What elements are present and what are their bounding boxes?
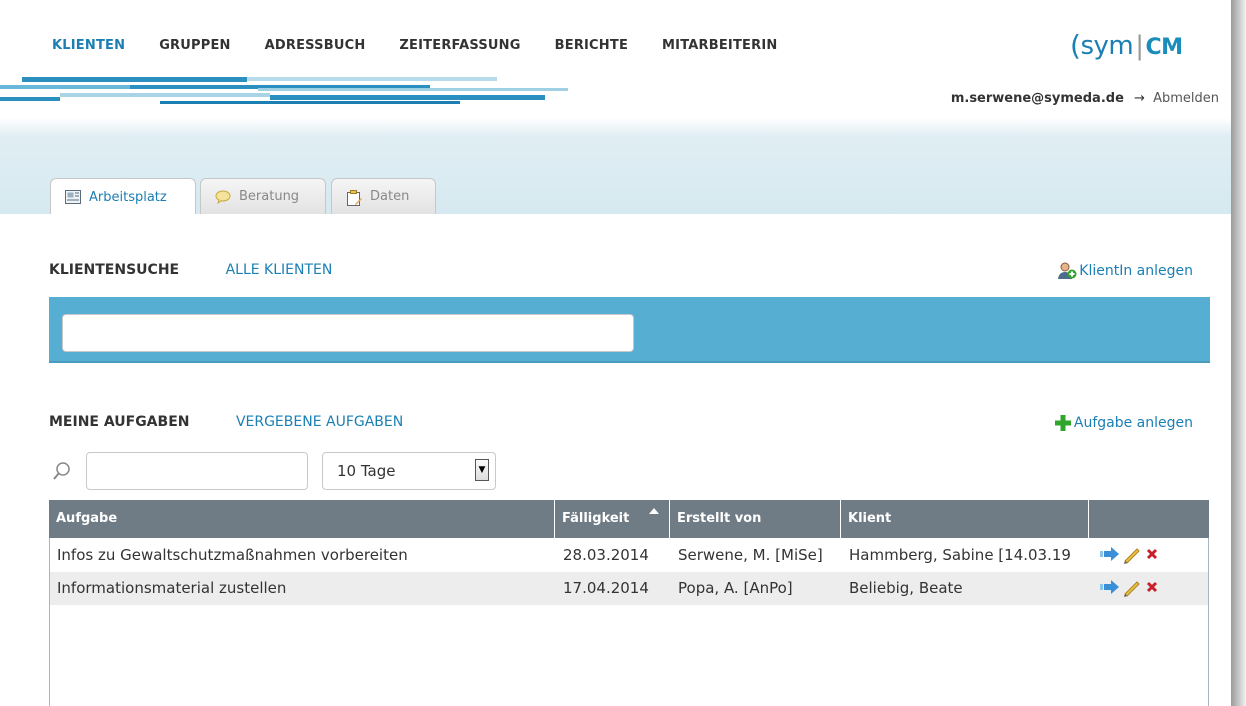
cell-due: 17.04.2014 [563, 579, 649, 597]
client-search-bar [49, 297, 1210, 363]
chevron-down-icon[interactable]: ▼ [475, 459, 489, 481]
open-arrow-icon[interactable] [1100, 578, 1120, 600]
delete-icon[interactable] [1144, 579, 1160, 599]
table-row[interactable]: Informationsmaterial zustellen 17.04.201… [50, 572, 1208, 605]
cell-creator: Popa, A. [AnPo] [678, 579, 793, 597]
magnifier-icon [52, 461, 72, 481]
client-search-header: KLIENTENSUCHE ALLE KLIENTEN [49, 262, 332, 278]
tab-label: Beratung [239, 189, 300, 204]
workspace-icon [65, 190, 81, 204]
user-email: m.serwene@symeda.de [950, 91, 1124, 106]
app-logo: (sym|CM [1070, 29, 1183, 62]
tasks-header: MEINE AUFGABEN VERGEBENE AUFGABEN [49, 414, 403, 430]
speech-bubble-icon [215, 190, 231, 204]
nav-item-mitarbeiterin[interactable]: MITARBEITERIN [662, 38, 777, 53]
cell-client: Hammberg, Sabine [14.03.19 [849, 546, 1071, 564]
delete-icon[interactable] [1144, 546, 1160, 566]
all-clients-link[interactable]: ALLE KLIENTEN [226, 262, 333, 278]
column-header-label: Fälligkeit [562, 511, 630, 526]
tab-label: Daten [370, 189, 410, 204]
row-actions [1100, 544, 1160, 568]
tab-arbeitsplatz[interactable]: Arbeitsplatz [50, 178, 196, 215]
tab-daten[interactable]: Daten [331, 178, 436, 214]
assigned-tasks-link[interactable]: VERGEBENE AUFGABEN [236, 414, 403, 430]
nav-item-zeiterfassung[interactable]: ZEITERFASSUNG [399, 38, 520, 53]
task-table: Aufgabe Fälligkeit Erstellt von Klient I… [49, 500, 1209, 706]
logout-link[interactable]: Abmelden [1153, 91, 1219, 106]
column-header-klient[interactable]: Klient [841, 500, 1089, 538]
client-search-input[interactable] [62, 314, 634, 352]
column-header-actions [1089, 500, 1209, 538]
nav-item-gruppen[interactable]: GRUPPEN [159, 38, 230, 53]
row-actions [1100, 577, 1160, 601]
clipboard-icon [346, 189, 362, 206]
add-client-label: KlientIn anlegen [1079, 263, 1193, 279]
user-bar: m.serwene@symeda.de → Abmelden [951, 91, 1219, 106]
column-header-faelligkeit[interactable]: Fälligkeit [555, 500, 670, 538]
main-navigation: KLIENTEN GRUPPEN ADRESSBUCH ZEITERFASSUN… [52, 38, 811, 53]
arrow-right-icon: → [1134, 91, 1145, 106]
sort-ascending-icon [649, 508, 659, 514]
nav-item-adressbuch[interactable]: ADRESSBUCH [265, 38, 366, 53]
app-header: KLIENTEN GRUPPEN ADRESSBUCH ZEITERFASSUN… [0, 0, 1231, 118]
window-shadow [1231, 0, 1246, 706]
my-tasks-title[interactable]: MEINE AUFGABEN [49, 414, 189, 430]
tab-beratung[interactable]: Beratung [200, 178, 326, 214]
task-filter-input[interactable] [86, 452, 308, 490]
client-search-title[interactable]: KLIENTENSUCHE [49, 262, 179, 278]
add-task-label: Aufgabe anlegen [1073, 415, 1193, 431]
nav-item-berichte[interactable]: BERICHTE [555, 38, 628, 53]
column-header-aufgabe[interactable]: Aufgabe [49, 500, 555, 538]
plus-icon [1054, 414, 1072, 432]
edit-pencil-icon[interactable] [1122, 577, 1142, 601]
cell-due: 28.03.2014 [563, 546, 649, 564]
add-task-button[interactable]: Aufgabe anlegen [1054, 414, 1193, 432]
table-header: Aufgabe Fälligkeit Erstellt von Klient [49, 500, 1209, 538]
cell-creator: Serwene, M. [MiSe] [678, 546, 823, 564]
add-user-icon [1057, 262, 1077, 280]
table-body: Infos zu Gewaltschutzmaßnahmen vorbereit… [49, 538, 1209, 706]
add-client-button[interactable]: KlientIn anlegen [1057, 262, 1193, 280]
period-select[interactable]: 10 Tage ▼ [322, 452, 496, 490]
tab-label: Arbeitsplatz [89, 189, 167, 205]
nav-item-klienten[interactable]: KLIENTEN [52, 38, 125, 53]
cell-client: Beliebig, Beate [849, 579, 963, 597]
cell-task: Informationsmaterial zustellen [57, 579, 287, 597]
open-arrow-icon[interactable] [1100, 545, 1120, 567]
edit-pencil-icon[interactable] [1122, 544, 1142, 568]
app-page: KLIENTEN GRUPPEN ADRESSBUCH ZEITERFASSUN… [0, 0, 1231, 706]
column-header-erstellt-von[interactable]: Erstellt von [670, 500, 841, 538]
period-value: 10 Tage [337, 462, 396, 480]
cell-task: Infos zu Gewaltschutzmaßnahmen vorbereit… [57, 546, 408, 564]
table-row[interactable]: Infos zu Gewaltschutzmaßnahmen vorbereit… [50, 539, 1208, 572]
